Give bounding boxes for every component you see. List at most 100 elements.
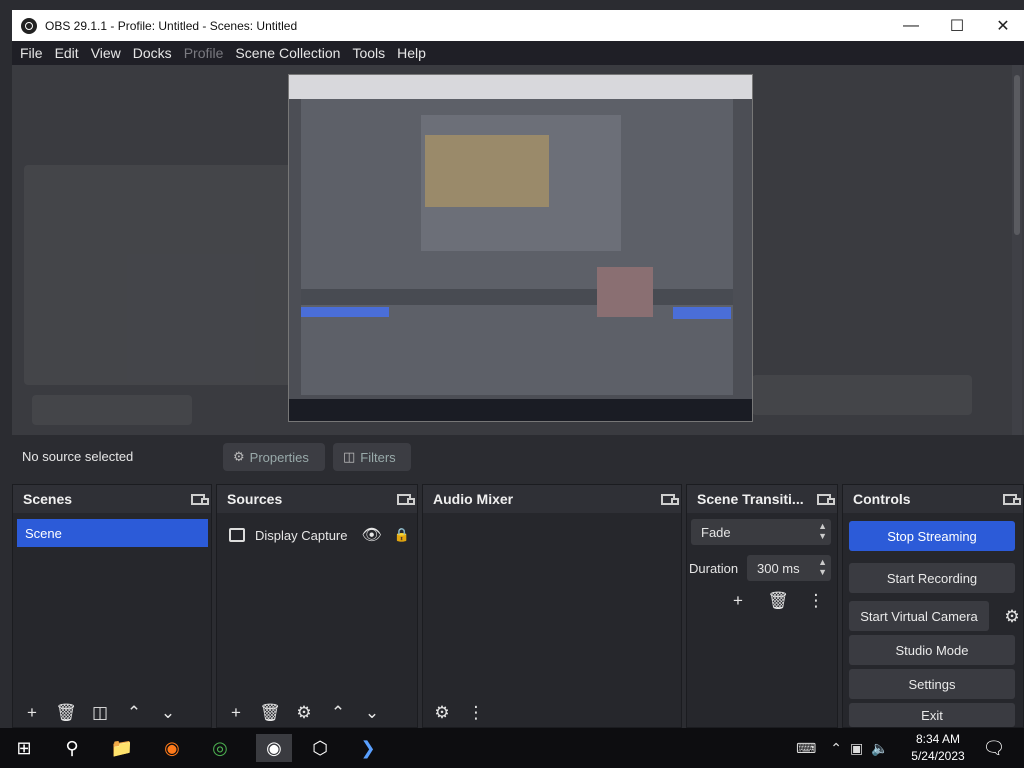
chevron-up-icon[interactable]: ⌃ bbox=[323, 701, 353, 725]
sources-header: Sources bbox=[217, 485, 417, 513]
duration-value: 300 ms bbox=[757, 560, 800, 576]
sources-toolbar: + 🗑 ⚙ ⌃ ⌄ bbox=[217, 699, 417, 727]
gear-icon[interactable]: ⚙ bbox=[997, 605, 1024, 629]
background-ghost-channel bbox=[32, 395, 192, 425]
menu-profile[interactable]: Profile bbox=[184, 45, 224, 61]
menu-edit[interactable]: Edit bbox=[55, 45, 79, 61]
properties-button[interactable]: ⚙ Properties bbox=[223, 443, 325, 471]
menu-dots-icon[interactable]: ⋮ bbox=[461, 701, 491, 725]
undock-icon[interactable] bbox=[397, 493, 415, 505]
obs-taskbar-icon[interactable]: ◉ bbox=[256, 734, 292, 762]
filter-icon[interactable]: ◫ bbox=[85, 701, 115, 725]
scene-transitions-header: Scene Transiti... bbox=[687, 485, 837, 513]
preview-scrollbar[interactable] bbox=[1012, 65, 1022, 435]
studio-mode-button[interactable]: Studio Mode bbox=[849, 635, 1015, 665]
captured-thumb-right bbox=[597, 267, 653, 317]
file-explorer-icon[interactable]: 📁 bbox=[108, 734, 136, 762]
advanced-audio-icon[interactable]: ⚙ bbox=[427, 701, 457, 725]
windows-start-icon[interactable]: ⊞ bbox=[10, 734, 38, 762]
controls-header: Controls bbox=[843, 485, 1023, 513]
updown-icon: ▲ ▼ bbox=[818, 521, 827, 541]
source-label: Display Capture bbox=[255, 527, 348, 543]
eye-icon[interactable]: 👁 bbox=[362, 525, 382, 545]
settings-button[interactable]: Settings bbox=[849, 669, 1015, 699]
chevron-up-icon[interactable]: ⌃ bbox=[830, 740, 842, 757]
captured-thumbnail bbox=[425, 135, 549, 207]
undock-icon[interactable] bbox=[817, 493, 835, 505]
clock-time: 8:34 AM bbox=[915, 732, 961, 746]
captured-scene-highlight bbox=[301, 307, 389, 317]
preview-area[interactable] bbox=[12, 65, 1024, 435]
add-icon[interactable]: + bbox=[723, 589, 753, 613]
lock-icon[interactable]: 🔒 bbox=[394, 527, 410, 543]
source-list-item[interactable]: Display Capture 👁 🔒 bbox=[229, 525, 410, 545]
trash-icon[interactable]: 🗑 bbox=[255, 701, 285, 725]
audio-mixer-header: Audio Mixer bbox=[423, 485, 681, 513]
gear-icon: ⚙ bbox=[233, 449, 245, 464]
chrome-icon[interactable]: ◎ bbox=[206, 734, 234, 762]
clock-date: 5/24/2023 bbox=[911, 749, 965, 763]
add-icon[interactable]: + bbox=[221, 701, 251, 725]
chevron-down-icon[interactable]: ⌄ bbox=[153, 701, 183, 725]
no-source-label: No source selected bbox=[22, 449, 134, 464]
add-icon[interactable]: + bbox=[17, 701, 47, 725]
firefox-icon[interactable]: ◉ bbox=[158, 734, 186, 762]
menu-docks[interactable]: Docks bbox=[133, 45, 172, 61]
controls-dock: Controls Stop Streaming Start Recording … bbox=[842, 484, 1024, 728]
undock-icon[interactable] bbox=[661, 493, 679, 505]
menu-file[interactable]: File bbox=[20, 45, 43, 61]
monitor-icon bbox=[229, 528, 245, 542]
gear-icon[interactable]: ⚙ bbox=[289, 701, 319, 725]
scene-transitions-dock: Scene Transiti... Fade ▲ ▼ Duration 300 m… bbox=[686, 484, 838, 728]
updown-icon[interactable]: ▲ ▼ bbox=[818, 557, 827, 577]
filters-button[interactable]: ◫ Filters bbox=[333, 443, 411, 471]
transition-select[interactable]: Fade ▲ ▼ bbox=[691, 519, 831, 545]
notifications-icon[interactable]: 🗨 bbox=[980, 734, 1008, 762]
window-titlebar: OBS 29.1.1 - Profile: Untitled - Scenes:… bbox=[12, 10, 1024, 41]
start-virtual-camera-button[interactable]: Start Virtual Camera bbox=[849, 601, 989, 631]
captured-dock-headers bbox=[301, 289, 733, 305]
undock-icon[interactable] bbox=[191, 493, 209, 505]
background-ghost-subscribe bbox=[752, 375, 972, 415]
scene-label: Scene bbox=[25, 525, 62, 541]
sources-dock: Sources Display Capture 👁 🔒 + 🗑 ⚙ ⌃ ⌄ bbox=[216, 484, 418, 728]
preview-canvas[interactable] bbox=[288, 74, 753, 422]
duration-spinbox[interactable]: 300 ms ▲ ▼ bbox=[747, 555, 831, 581]
minimize-icon[interactable]: — bbox=[888, 10, 934, 41]
menu-help[interactable]: Help bbox=[397, 45, 426, 61]
search-icon[interactable]: ⚲ bbox=[58, 734, 86, 762]
scenes-header: Scenes bbox=[13, 485, 211, 513]
keyboard-icon[interactable]: ⌨ bbox=[796, 740, 816, 757]
controls-title: Controls bbox=[853, 491, 911, 507]
menu-view[interactable]: View bbox=[91, 45, 121, 61]
trash-icon[interactable]: 🗑 bbox=[51, 701, 81, 725]
close-icon[interactable]: ✕ bbox=[980, 10, 1024, 41]
undock-icon[interactable] bbox=[1003, 493, 1021, 505]
system-tray: ⌨ ⌃ ▣ 🔈 bbox=[796, 728, 889, 768]
network-icon[interactable]: ▣ bbox=[850, 740, 863, 757]
chevron-up-icon[interactable]: ⌃ bbox=[119, 701, 149, 725]
3d-viewer-icon[interactable]: ⬡ bbox=[306, 734, 334, 762]
filters-label: Filters bbox=[360, 449, 396, 465]
window-title: OBS 29.1.1 - Profile: Untitled - Scenes:… bbox=[45, 18, 298, 33]
taskbar-clock[interactable]: 8:34 AM 5/24/2023 bbox=[906, 731, 970, 765]
duration-label: Duration bbox=[689, 561, 739, 576]
filter-icon: ◫ bbox=[343, 449, 356, 464]
menu-dots-icon[interactable]: ⋮ bbox=[801, 589, 831, 613]
volume-icon[interactable]: 🔈 bbox=[871, 740, 888, 757]
exit-button[interactable]: Exit bbox=[849, 703, 1015, 727]
menu-tools[interactable]: Tools bbox=[352, 45, 385, 61]
start-recording-button[interactable]: Start Recording bbox=[849, 563, 1015, 593]
chevron-down-icon[interactable]: ⌄ bbox=[357, 701, 387, 725]
menu-scene-collection[interactable]: Scene Collection bbox=[235, 45, 340, 61]
sources-title: Sources bbox=[227, 491, 283, 507]
captured-stop-streaming bbox=[673, 307, 731, 319]
captured-browser-tabs bbox=[289, 75, 752, 99]
stop-streaming-button[interactable]: Stop Streaming bbox=[849, 521, 1015, 551]
audio-mixer-title: Audio Mixer bbox=[433, 491, 514, 507]
powershell-icon[interactable]: ❯ bbox=[354, 734, 382, 762]
scene-list-item[interactable]: Scene bbox=[17, 519, 208, 547]
obs-logo-icon bbox=[21, 17, 37, 34]
maximize-icon[interactable]: ☐ bbox=[934, 10, 980, 41]
trash-icon[interactable]: 🗑 bbox=[763, 589, 793, 613]
